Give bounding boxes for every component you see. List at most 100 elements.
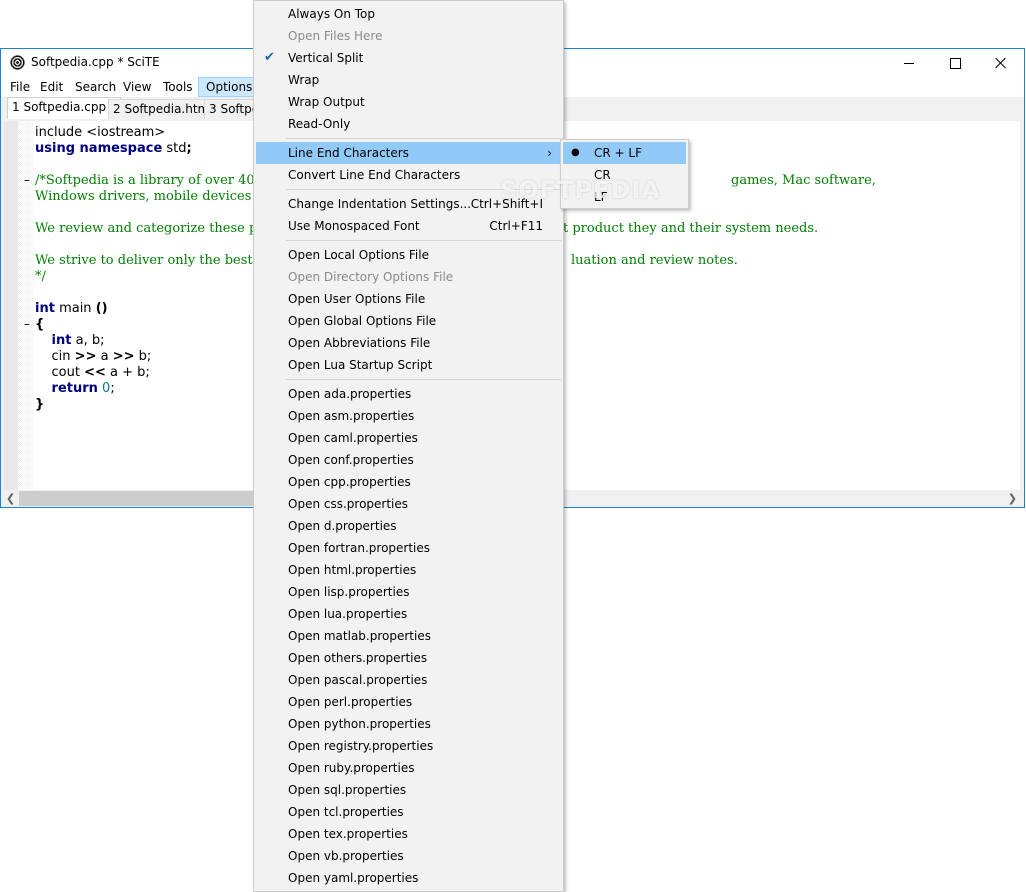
chevron-right-icon: › xyxy=(547,146,552,160)
menu-item-label: Wrap Output xyxy=(288,95,365,109)
code-token: ; xyxy=(110,381,115,396)
code-token: cout xyxy=(35,365,85,380)
code-token: >> xyxy=(112,349,135,364)
code-token: a xyxy=(96,349,113,364)
tab-softpedia-htm[interactable]: 2 Softpedia.htm xyxy=(108,99,215,119)
menu-item-open-python-properties[interactable]: Open python.properties xyxy=(256,713,561,735)
menu-item-label: Wrap xyxy=(288,73,320,87)
menu-item-open-yaml-properties[interactable]: Open yaml.properties xyxy=(256,867,561,889)
code-token: int xyxy=(35,301,55,316)
menu-item-open-others-properties[interactable]: Open others.properties xyxy=(256,647,561,669)
menu-item-open-abbreviations-file[interactable]: Open Abbreviations File xyxy=(256,332,561,354)
menu-item-open-fortran-properties[interactable]: Open fortran.properties xyxy=(256,537,561,559)
scroll-right-icon[interactable]: ❯ xyxy=(1008,492,1017,505)
code-line: int a, b; xyxy=(35,333,105,349)
menu-item-open-ada-properties[interactable]: Open ada.properties xyxy=(256,383,561,405)
menu-item-open-matlab-properties[interactable]: Open matlab.properties xyxy=(256,625,561,647)
menu-item-label: Open ruby.properties xyxy=(288,761,415,775)
code-line: Windows drivers, mobile devices and xyxy=(35,189,280,205)
menu-item-vertical-split[interactable]: ✔ Vertical Split xyxy=(256,47,561,69)
menu-item-wrap-output[interactable]: Wrap Output xyxy=(256,91,561,113)
close-button[interactable] xyxy=(978,49,1024,77)
menu-separator xyxy=(286,240,561,241)
menu-item-open-user-options-file[interactable]: Open User Options File xyxy=(256,288,561,310)
menu-item-open-cpp-properties[interactable]: Open cpp.properties xyxy=(256,471,561,493)
menu-item-wrap[interactable]: Wrap xyxy=(256,69,561,91)
menu-item-open-pascal-properties[interactable]: Open pascal.properties xyxy=(256,669,561,691)
code-line: return 0; xyxy=(35,381,115,397)
menu-item-open-asm-properties[interactable]: Open asm.properties xyxy=(256,405,561,427)
menu-item-always-on-top[interactable]: Always On Top xyxy=(256,3,561,25)
menu-search[interactable]: Search xyxy=(68,77,123,97)
menu-item-label: Open html.properties xyxy=(288,563,417,577)
menu-item-open-lua-startup-script[interactable]: Open Lua Startup Script xyxy=(256,354,561,376)
tab-softpedia-cpp[interactable]: 1 Softpedia.cpp * xyxy=(7,97,121,119)
menu-item-line-end-characters[interactable]: Line End Characters › xyxy=(256,142,561,164)
submenu-item-cr-lf[interactable]: ● CR + LF xyxy=(563,142,686,164)
minimize-icon xyxy=(904,62,914,64)
fold-marker-icon[interactable]: – xyxy=(24,317,30,331)
menu-item-label: Open matlab.properties xyxy=(288,629,431,643)
menu-item-open-perl-properties[interactable]: Open perl.properties xyxy=(256,691,561,713)
code-token: a, b; xyxy=(71,333,105,348)
line-number-margin xyxy=(4,121,18,491)
menu-item-label: Open Files Here xyxy=(288,29,383,43)
code-token: */ xyxy=(35,269,46,284)
menu-tools[interactable]: Tools xyxy=(156,77,200,97)
code-token: using namespace xyxy=(35,141,163,156)
menu-item-use-monospaced-font[interactable]: Use Monospaced Font Ctrl+F11 xyxy=(256,215,561,237)
menu-item-shortcut: Ctrl+F11 xyxy=(489,219,543,233)
menu-item-label: Open Local Options File xyxy=(288,248,429,262)
menu-item-open-sql-properties[interactable]: Open sql.properties xyxy=(256,779,561,801)
menu-item-label: Open fortran.properties xyxy=(288,541,431,555)
menu-item-label: Open Abbreviations File xyxy=(288,336,431,350)
menu-item-open-lua-properties[interactable]: Open lua.properties xyxy=(256,603,561,625)
code-token: a + b; xyxy=(105,365,150,380)
code-line: */ xyxy=(35,269,46,285)
code-fragment: games, Mac software, xyxy=(731,173,876,188)
menu-item-open-registry-properties[interactable]: Open registry.properties xyxy=(256,735,561,757)
menu-item-open-lisp-properties[interactable]: Open lisp.properties xyxy=(256,581,561,603)
menu-edit[interactable]: Edit xyxy=(33,77,70,97)
menu-item-read-only[interactable]: Read-Only xyxy=(256,113,561,135)
scite-app-icon xyxy=(10,55,25,70)
menu-item-label: Vertical Split xyxy=(288,51,364,65)
menu-item-open-local-options-file[interactable]: Open Local Options File xyxy=(256,244,561,266)
scroll-left-icon[interactable]: ❮ xyxy=(6,492,15,505)
window-title: Softpedia.cpp * SciTE xyxy=(31,55,160,69)
maximize-icon xyxy=(949,57,961,69)
menu-item-open-tex-properties[interactable]: Open tex.properties xyxy=(256,823,561,845)
maximize-button[interactable] xyxy=(932,49,978,77)
menu-item-open-tcl-properties[interactable]: Open tcl.properties xyxy=(256,801,561,823)
menu-item-open-ruby-properties[interactable]: Open ruby.properties xyxy=(256,757,561,779)
menu-item-label: Read-Only xyxy=(288,117,351,131)
menu-options[interactable]: Options xyxy=(198,77,261,97)
menu-item-open-html-properties[interactable]: Open html.properties xyxy=(256,559,561,581)
fold-marker-icon[interactable]: – xyxy=(24,173,30,187)
menu-item-open-css-properties[interactable]: Open css.properties xyxy=(256,493,561,515)
menu-item-label: Open others.properties xyxy=(288,651,428,665)
bullet-icon: ● xyxy=(571,147,580,158)
options-menu: Always On Top Open Files Here ✔ Vertical Sp… xyxy=(253,0,564,892)
code-token: return xyxy=(51,381,98,396)
code-line: include <iostream> xyxy=(35,125,165,141)
close-icon xyxy=(995,57,1007,69)
code-fragment: luation and review notes. xyxy=(571,253,738,268)
minimize-button[interactable] xyxy=(886,49,932,77)
menu-item-open-caml-properties[interactable]: Open caml.properties xyxy=(256,427,561,449)
menu-file[interactable]: File xyxy=(3,77,37,97)
menu-item-label: Open Directory Options File xyxy=(288,270,454,284)
menu-item-label: Open lua.properties xyxy=(288,607,408,621)
menu-item-label: Open lisp.properties xyxy=(288,585,410,599)
menu-view[interactable]: View xyxy=(116,77,158,97)
code-token: Windows drivers, mobile devices and xyxy=(35,189,280,204)
menu-item-open-conf-properties[interactable]: Open conf.properties xyxy=(256,449,561,471)
scroll-thumb[interactable] xyxy=(19,491,259,506)
menu-item-label: Open ada.properties xyxy=(288,387,412,401)
menu-item-label: Open d.properties xyxy=(288,519,397,533)
menu-item-open-d-properties[interactable]: Open d.properties xyxy=(256,515,561,537)
code-line: } xyxy=(35,397,44,413)
menu-item-open-global-options-file[interactable]: Open Global Options File xyxy=(256,310,561,332)
menu-item-open-vb-properties[interactable]: Open vb.properties xyxy=(256,845,561,867)
